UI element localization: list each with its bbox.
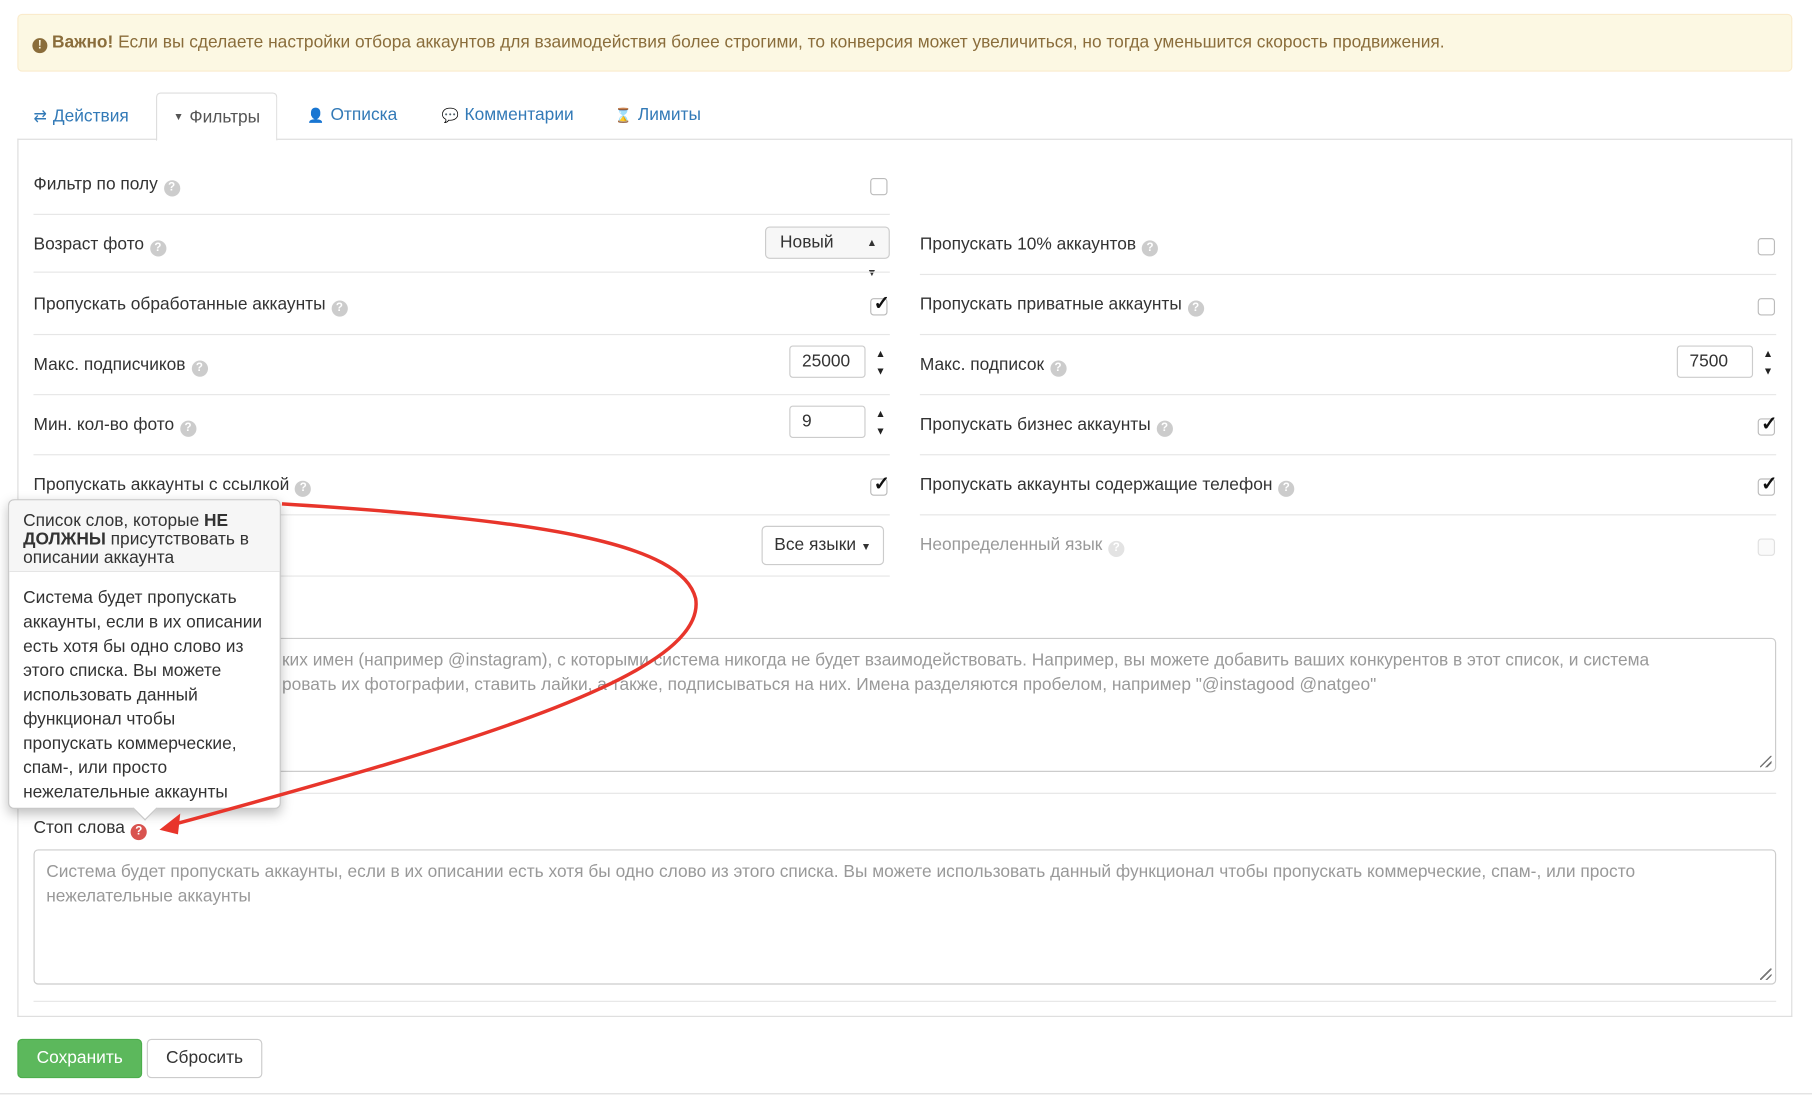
help-icon[interactable]: ? — [130, 823, 147, 841]
skip-processed-checkbox[interactable]: ✓ — [870, 294, 890, 316]
tab-actions[interactable]: ⇄ Действия — [17, 92, 145, 138]
reset-button[interactable]: Сбросить — [146, 1038, 263, 1079]
tab-filters-label: Фильтры — [189, 107, 261, 128]
checkmark-icon: ✓ — [873, 292, 891, 315]
skip-processed-label: Пропускать обработанные аккаунты? — [34, 295, 348, 317]
gender-filter-label: Фильтр по полу? — [34, 174, 180, 197]
divider — [919, 333, 1777, 336]
chevron-down-icon: ▼ — [875, 425, 886, 437]
stopwords-label: Стоп слова? — [34, 818, 147, 841]
alert-text: Если вы сделаете настройки отбора аккаун… — [118, 32, 1445, 53]
skip-business-checkbox[interactable]: ✓ — [1757, 414, 1778, 436]
max-followers-label: Макс. подписчиков? — [34, 355, 208, 377]
divider — [33, 394, 890, 396]
alert-strong: Важно! — [52, 32, 114, 53]
chevron-down-icon: ▼ — [875, 365, 886, 377]
skip-with-link-checkbox[interactable]: ✓ — [870, 474, 890, 496]
divider — [919, 273, 1777, 276]
divider — [33, 213, 890, 215]
help-icon[interactable]: ? — [1278, 480, 1295, 497]
caret-down-icon: ▼ — [860, 540, 872, 553]
divider — [33, 271, 890, 273]
checkmark-icon: ✓ — [1761, 472, 1778, 495]
max-followers-input[interactable]: 25000 — [789, 345, 866, 378]
tab-actions-label: Действия — [52, 106, 129, 126]
tooltip-body: Система будет пропускать аккаунты, если … — [23, 588, 263, 802]
skip-private-checkbox[interactable] — [1757, 298, 1776, 316]
checkmark-icon: ✓ — [1761, 412, 1778, 435]
max-followers-stepper[interactable]: ▲ ▼ — [872, 346, 888, 381]
divider — [33, 792, 1777, 794]
min-photos-label: Мин. кол-во фото? — [34, 415, 197, 437]
tab-comments-label: Комментарии — [464, 105, 574, 125]
exchange-icon: ⇄ — [33, 106, 48, 125]
photo-age-select[interactable]: Новый▲▼ — [765, 226, 890, 279]
undefined-lang-checkbox[interactable] — [1757, 538, 1776, 556]
help-icon[interactable]: ? — [1049, 360, 1067, 377]
tab-filters[interactable]: ▼ Фильтры — [156, 92, 278, 141]
max-following-label: Макс. подписок? — [920, 355, 1067, 377]
max-following-stepper[interactable]: ▲ ▼ — [1760, 346, 1776, 381]
skip-business-label: Пропускать бизнес аккаунты? — [920, 415, 1173, 437]
min-photos-input[interactable]: 9 — [789, 405, 866, 438]
divider — [33, 333, 890, 336]
divider — [33, 454, 890, 456]
photo-age-label: Возраст фото? — [34, 235, 167, 257]
stopwords-placeholder: Система будет пропускать аккаунты, если … — [46, 862, 1636, 906]
skip-phone-checkbox[interactable]: ✓ — [1757, 474, 1778, 496]
skip-10pct-label: Пропускать 10% аккаунтов? — [920, 235, 1159, 257]
checkmark-icon: ✓ — [873, 472, 891, 495]
tab-unfollow-label: Отписка — [330, 105, 398, 125]
select-arrows-icon: ▲▼ — [866, 236, 878, 279]
help-icon[interactable]: ? — [1108, 540, 1125, 558]
filter-icon: ▼ — [173, 110, 184, 123]
skip-10pct-checkbox[interactable] — [1757, 238, 1776, 256]
resize-handle-icon[interactable] — [1759, 968, 1772, 980]
help-icon[interactable]: ? — [295, 480, 312, 497]
divider — [919, 394, 1777, 396]
chevron-up-icon: ▲ — [1762, 347, 1774, 360]
help-icon[interactable]: ? — [331, 300, 348, 317]
bottom-border — [0, 1093, 1812, 1095]
help-icon[interactable]: ? — [163, 180, 180, 197]
min-photos-stepper[interactable]: ▲ ▼ — [872, 406, 888, 441]
comment-icon: 💬 — [441, 107, 459, 124]
help-icon[interactable]: ? — [149, 240, 167, 257]
skip-private-label: Пропускать приватные аккаунты? — [920, 295, 1204, 317]
chevron-down-icon: ▼ — [1762, 365, 1774, 377]
chevron-up-icon: ▲ — [875, 407, 886, 420]
tab-limits-label: Лимиты — [637, 105, 701, 125]
chevron-up-icon: ▲ — [875, 347, 886, 360]
resize-handle-icon[interactable] — [1759, 755, 1772, 768]
exclamation-circle-icon: ! — [32, 38, 48, 54]
blacklist-placeholder: ких имен (например @instagram), с которы… — [281, 650, 1650, 695]
save-button[interactable]: Сохранить — [17, 1038, 143, 1079]
hourglass-icon: ⌛ — [614, 107, 633, 124]
divider — [919, 514, 1777, 516]
help-icon[interactable]: ? — [1156, 420, 1173, 437]
tooltip-title: Список слов, которые НЕ ДОЛЖНЫ присутств… — [9, 500, 280, 573]
stopwords-textarea[interactable]: Система будет пропускать аккаунты, если … — [33, 849, 1777, 985]
language-dropdown[interactable]: Все языки ▼ — [761, 525, 884, 566]
tab-unfollow[interactable]: 👤 Отписка — [291, 92, 413, 138]
gender-filter-checkbox[interactable] — [870, 177, 888, 196]
tab-comments[interactable]: 💬 Комментарии — [425, 92, 590, 138]
help-icon[interactable]: ? — [1187, 300, 1204, 317]
help-tooltip: Список слов, которые НЕ ДОЛЖНЫ присутств… — [8, 499, 281, 821]
divider — [33, 1000, 1777, 1002]
tab-limits[interactable]: ⌛ Лимиты — [599, 92, 717, 138]
help-icon[interactable]: ? — [1141, 240, 1159, 257]
divider — [919, 454, 1777, 456]
help-icon[interactable]: ? — [179, 420, 197, 437]
skip-phone-label: Пропускать аккаунты содержащие телефон? — [920, 475, 1295, 497]
user-remove-icon: 👤 — [307, 107, 325, 124]
help-icon[interactable]: ? — [191, 360, 208, 377]
warning-alert: ! Важно! Если вы сделаете настройки отбор… — [17, 13, 1793, 72]
max-following-input[interactable]: 7500 — [1676, 345, 1754, 378]
skip-with-link-label: Пропускать аккаунты с ссылкой? — [34, 475, 312, 497]
blacklist-textarea[interactable]: ких имен (например @instagram), с которы… — [33, 637, 1777, 772]
undefined-lang-label: Неопределенный язык? — [920, 535, 1125, 558]
